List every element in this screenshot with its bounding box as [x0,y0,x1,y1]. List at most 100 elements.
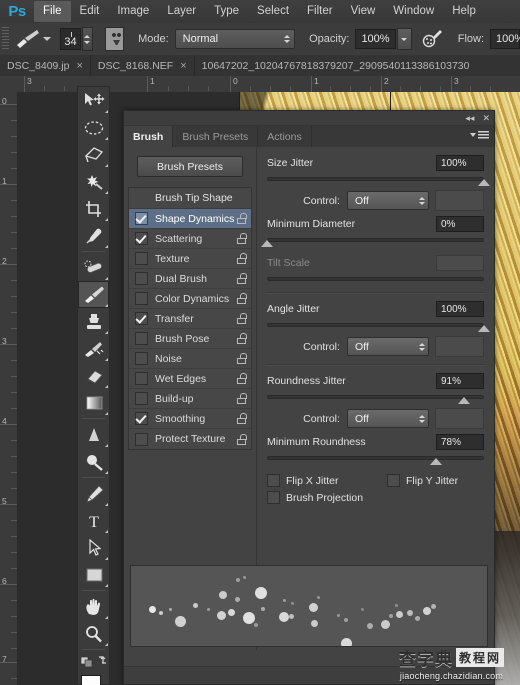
brush-preset-chevron-down-icon[interactable] [43,37,52,41]
menu-filter[interactable]: Filter [298,1,342,22]
lock-icon[interactable] [237,413,247,424]
size-control-extra-field[interactable] [435,190,484,211]
menu-type[interactable]: Type [205,1,248,22]
slider-thumb[interactable] [478,325,490,332]
menu-image[interactable]: Image [108,1,158,22]
brush-option-dual-brush[interactable]: Dual Brush [129,269,251,289]
rectangle-tool[interactable] [78,561,109,588]
menu-edit[interactable]: Edit [71,1,109,22]
checkbox-icon[interactable] [135,292,148,305]
roundness-jitter-slider[interactable] [267,393,484,404]
default-colors-and-swap[interactable] [78,652,109,670]
angle-jitter-field[interactable]: 100% [436,301,484,317]
close-icon[interactable]: ✕ [482,113,490,123]
panel-titlebar[interactable]: ◂◂ ✕ [124,111,494,126]
blur-tool[interactable] [78,421,109,448]
menu-file[interactable]: File [34,1,71,22]
checkbox-icon[interactable] [135,372,148,385]
lasso-tool[interactable] [78,141,109,168]
menu-view[interactable]: View [342,1,385,22]
brush-option-protect-texture[interactable]: Protect Texture [129,429,251,449]
brush-option-smoothing[interactable]: Smoothing [129,409,251,429]
roundness-jitter-field[interactable]: 91% [436,373,484,389]
lock-icon[interactable] [237,233,247,244]
minimum-diameter-slider[interactable] [261,236,484,247]
magic-wand-tool[interactable] [78,168,109,195]
brush-tool[interactable] [78,281,109,308]
document-tab[interactable]: DSC_8168.NEF × [90,55,195,76]
brush-option-noise[interactable]: Noise [129,349,251,369]
dodge-tool[interactable] [78,448,109,475]
tab-brush[interactable]: Brush [124,126,174,147]
lock-icon[interactable] [237,393,247,404]
spot-healing-brush-tool[interactable] [78,254,109,281]
checkbox-icon[interactable] [135,352,148,365]
checkbox-icon[interactable] [135,312,148,325]
foreground-color-swatch[interactable] [81,675,101,685]
brush-icon[interactable] [15,27,41,51]
options-bar-grip[interactable] [2,27,9,51]
angle-control-extra-field[interactable] [435,336,484,357]
tablet-pressure-icon[interactable] [105,27,125,51]
brush-option-brush-pose[interactable]: Brush Pose [129,329,251,349]
hand-tool[interactable] [78,593,109,620]
pen-tool[interactable] [78,480,109,507]
size-control-select[interactable]: Off [346,191,430,210]
eraser-tool[interactable] [78,362,109,389]
slider-thumb[interactable] [430,458,443,465]
lock-icon[interactable] [237,273,247,284]
brush-option-build-up[interactable]: Build-up [129,389,251,409]
elliptical-marquee-tool[interactable] [78,114,109,141]
history-brush-tool[interactable] [78,335,109,362]
checkbox-icon[interactable] [135,412,148,425]
roundness-control-select[interactable]: Off [346,409,430,428]
document-tab[interactable]: 10647202_10204767818379207_2909540113386… [194,55,469,76]
size-jitter-field[interactable]: 100% [436,155,484,171]
checkbox-icon[interactable] [267,491,280,504]
flow-field[interactable]: 100% [490,29,520,49]
gradient-tool[interactable] [78,389,109,416]
checkbox-icon[interactable] [135,432,148,446]
brush-option-transfer[interactable]: Transfer [129,309,251,329]
horizontal-type-tool[interactable]: T [78,507,109,534]
roundness-control-extra-field[interactable] [435,408,484,429]
menu-window[interactable]: Window [384,1,443,22]
checkbox-icon[interactable] [135,232,148,245]
brush-size-stepper[interactable] [81,27,94,51]
clone-stamp-tool[interactable] [78,308,109,335]
brush-option-scattering[interactable]: Scattering [129,229,251,249]
flip-x-jitter-row[interactable]: Flip X Jitter [267,474,387,487]
checkbox-icon[interactable] [387,474,400,487]
lock-icon[interactable] [237,353,247,364]
menu-layer[interactable]: Layer [158,1,205,22]
close-icon[interactable]: × [76,60,82,72]
lock-icon[interactable] [237,333,247,344]
lock-icon[interactable] [237,293,247,304]
move-tool[interactable] [78,87,109,114]
lock-icon[interactable] [237,433,247,445]
brush-option-texture[interactable]: Texture [129,249,251,269]
checkbox-icon[interactable] [267,474,280,487]
vertical-ruler[interactable]: 0 1 2 3 4 5 6 7 8 [0,92,18,685]
color-swatches[interactable] [78,672,109,685]
brush-option-wet-edges[interactable]: Wet Edges [129,369,251,389]
brush-size-field[interactable]: 34 [60,28,81,50]
lock-icon[interactable] [237,253,247,264]
panel-menu-icon[interactable] [470,131,489,139]
lock-icon[interactable] [237,313,247,324]
zoom-tool[interactable] [78,620,109,647]
brush-option-color-dynamics[interactable]: Color Dynamics [129,289,251,309]
checkbox-icon[interactable] [135,392,148,405]
lock-icon[interactable] [237,373,247,384]
brush-projection-row[interactable]: Brush Projection [267,491,484,504]
angle-control-select[interactable]: Off [346,337,430,356]
tab-actions[interactable]: Actions [258,126,312,147]
flip-y-jitter-row[interactable]: Flip Y Jitter [387,474,458,487]
close-icon[interactable]: × [180,60,186,72]
size-jitter-slider[interactable] [267,175,490,186]
collapse-icon[interactable]: ◂◂ [465,113,474,123]
lock-icon[interactable] [237,213,247,224]
menu-help[interactable]: Help [443,1,485,22]
checkbox-icon[interactable] [135,332,148,345]
airbrush-icon[interactable] [422,28,444,50]
